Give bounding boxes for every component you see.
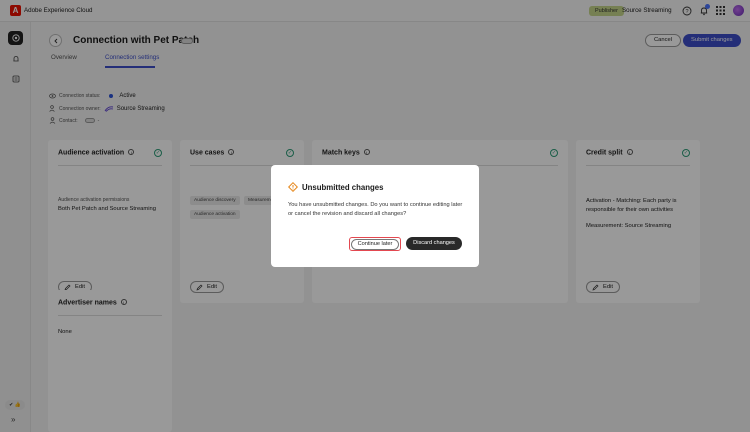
unsubmitted-changes-dialog: Unsubmitted changes You have unsubmitted… [271, 165, 479, 267]
warning-icon [288, 182, 298, 192]
dialog-body: You have unsubmitted changes. Do you wan… [288, 202, 463, 217]
dialog-title: Unsubmitted changes [302, 183, 384, 192]
continue-later-button[interactable]: Continue later [349, 237, 401, 251]
continue-later-label: Continue later [350, 238, 400, 250]
discard-changes-button[interactable]: Discard changes [406, 237, 462, 250]
